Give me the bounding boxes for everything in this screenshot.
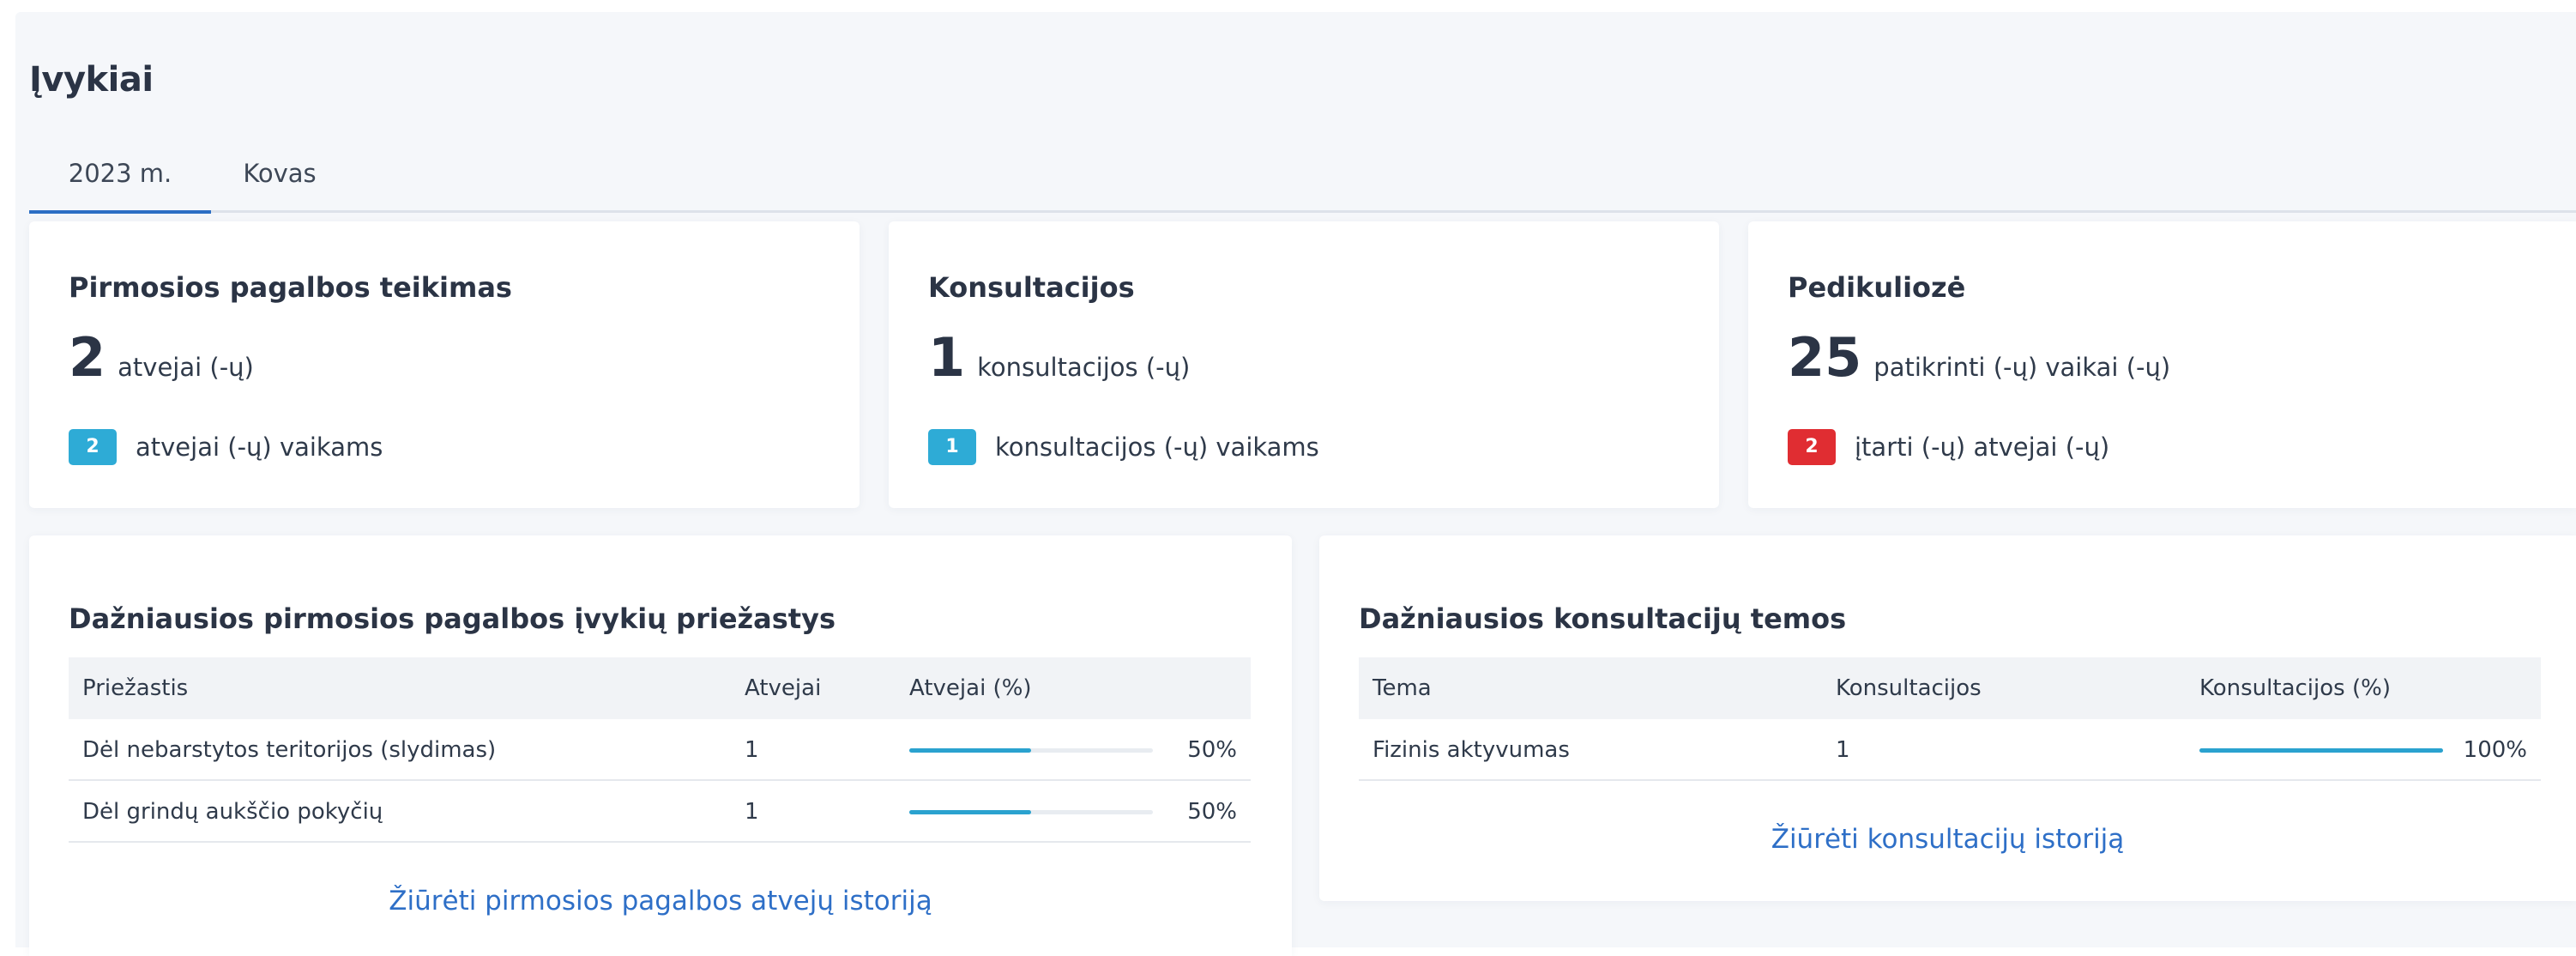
cause-count: 1 [745,737,759,763]
column-header: Atvejai [745,675,822,701]
consultation-topics-card: Dažniausios konsultacijų temos Tema Kons… [1319,535,2576,901]
stat-main: 1 konsultacijos (-ų) [928,331,1190,384]
period-tabs: 2023 m. Kovas [29,142,2576,214]
stat-unit: atvejai (-ų) [118,353,254,382]
stat-sub: 2 įtarti (-ų) atvejai (-ų) [1788,429,2109,465]
column-header: Priežastis [82,675,189,701]
column-header: Atvejai (%) [909,675,1032,701]
cause-name: Dėl grindų aukščio pokyčių [82,799,383,825]
stat-main: 25 patikrinti (-ų) vaikai (-ų) [1788,331,2170,384]
stat-sub-text: įtarti (-ų) atvejai (-ų) [1855,433,2110,462]
percent-bar [909,748,1153,753]
events-page: Įvykiai 2023 m. Kovas Pirmosios pagalbos… [15,12,2576,956]
count-badge: 1 [928,429,976,465]
stat-sub: 2 atvejai (-ų) vaikams [69,429,383,465]
stat-main: 2 atvejai (-ų) [69,331,254,384]
pediculosis-card: Pedikuliozė 25 patikrinti (-ų) vaikai (-… [1748,221,2576,508]
percent-label: 50% [1187,737,1237,763]
card-title: Konsultacijos [928,271,1135,304]
column-header: Tema [1372,675,1432,701]
cause-name: Dėl nebarstytos teritorijos (slydimas) [82,737,497,763]
first-aid-history-link[interactable]: Žiūrėti pirmosios pagalbos atvejų istori… [29,886,1292,917]
count-badge: 2 [1788,429,1836,465]
stat-sub: 1 konsultacijos (-ų) vaikams [928,429,1319,465]
table-row: Fizinis aktyvumas 1 100% [1359,719,2541,781]
percent-label: 100% [2463,737,2527,763]
stat-value: 2 [69,326,106,389]
page-title: Įvykiai [29,60,154,100]
stat-sub-text: atvejai (-ų) vaikams [136,433,383,462]
first-aid-causes-card: Dažniausios pirmosios pagalbos įvykių pr… [29,535,1292,956]
table-header: Priežastis Atvejai Atvejai (%) [69,657,1251,719]
count-badge: 2 [69,429,117,465]
causes-table: Priežastis Atvejai Atvejai (%) Dėl nebar… [69,657,1251,846]
first-aid-card: Pirmosios pagalbos teikimas 2 atvejai (-… [29,221,860,508]
percent-bar [909,810,1153,814]
stat-unit: konsultacijos (-ų) [977,353,1191,382]
table-row: Dėl grindų aukščio pokyčių 1 50% [69,781,1251,843]
consultations-card: Konsultacijos 1 konsultacijos (-ų) 1 kon… [889,221,1719,508]
card-title: Pedikuliozė [1788,271,1966,304]
topic-count: 1 [1836,737,1850,763]
stat-unit: patikrinti (-ų) vaikai (-ų) [1873,353,2171,382]
stat-value: 1 [928,326,966,389]
percent-bar-fill [909,748,1031,753]
column-header: Konsultacijos [1836,675,1982,701]
cause-count: 1 [745,799,759,825]
percent-bar-fill [2199,748,2443,753]
card-title: Dažniausios konsultacijų temos [1359,602,1847,635]
percent-bar-fill [909,810,1031,814]
tab-year[interactable]: 2023 m. [29,142,211,214]
card-title: Pirmosios pagalbos teikimas [69,271,512,304]
consultations-history-link[interactable]: Žiūrėti konsultacijų istoriją [1319,824,2576,855]
stat-sub-text: konsultacijos (-ų) vaikams [995,433,1319,462]
column-header: Konsultacijos (%) [2199,675,2391,701]
stat-value: 25 [1788,326,1862,389]
tab-month[interactable]: Kovas [211,142,348,213]
card-title: Dažniausios pirmosios pagalbos įvykių pr… [69,602,836,635]
topic-name: Fizinis aktyvumas [1372,737,1570,763]
table-header: Tema Konsultacijos Konsultacijos (%) [1359,657,2541,719]
topics-table: Tema Konsultacijos Konsultacijos (%) Fiz… [1359,657,2541,783]
percent-label: 50% [1187,799,1237,825]
table-row: Dėl nebarstytos teritorijos (slydimas) 1… [69,719,1251,781]
percent-bar [2199,748,2443,753]
